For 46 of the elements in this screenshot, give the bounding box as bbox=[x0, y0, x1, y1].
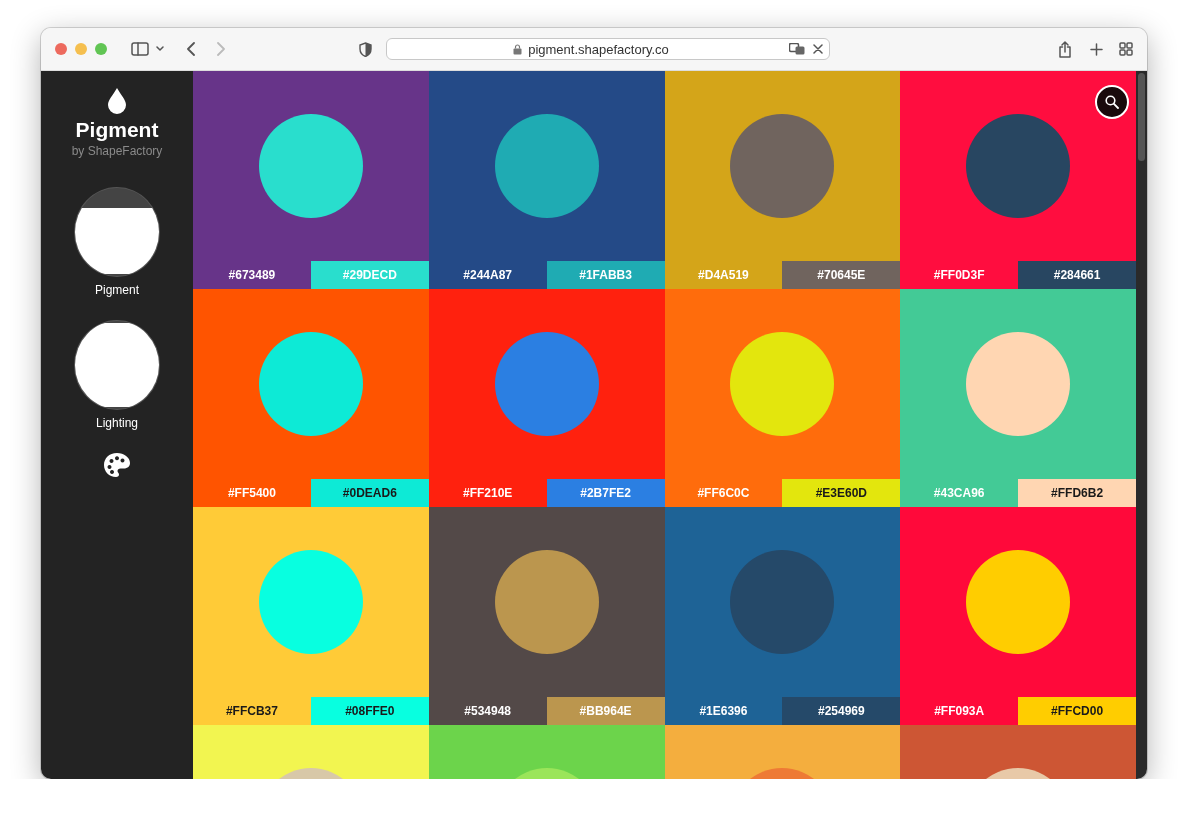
logo-subtitle: by ShapeFactory bbox=[71, 144, 163, 158]
hex-label: #673489 bbox=[193, 261, 311, 289]
translate-icon[interactable] bbox=[789, 43, 805, 55]
palette-icon[interactable] bbox=[103, 452, 131, 478]
hex-label: #29DECD bbox=[310, 261, 429, 289]
chevron-down-icon[interactable] bbox=[156, 46, 164, 52]
plus-icon[interactable] bbox=[1090, 42, 1103, 56]
drop-icon bbox=[108, 88, 126, 114]
hex-label: #244A87 bbox=[428, 261, 547, 289]
hex-label: #FF0D3F bbox=[900, 261, 1019, 289]
hex-label: #FFCB37 bbox=[193, 697, 311, 725]
back-button[interactable] bbox=[186, 42, 196, 56]
hex-label: #2B7FE2 bbox=[546, 479, 665, 507]
hex-label: #284661 bbox=[1018, 261, 1136, 289]
logo-title: Pigment bbox=[75, 118, 159, 142]
shield-icon[interactable] bbox=[359, 41, 372, 57]
dial-label: Pigment bbox=[95, 283, 139, 297]
hex-label: #254969 bbox=[782, 697, 901, 725]
hex-label: #1FABB3 bbox=[546, 261, 665, 289]
hex-label: #FF6C0C bbox=[664, 479, 783, 507]
close-window-button[interactable] bbox=[55, 43, 67, 55]
hex-label: #1E6396 bbox=[664, 697, 783, 725]
hex-label: #70645E bbox=[782, 261, 901, 289]
hex-label: #FF210E bbox=[428, 479, 547, 507]
dial-label: Lighting bbox=[95, 416, 138, 430]
hex-label: #FFCD00 bbox=[1018, 697, 1136, 725]
hex-label: #534948 bbox=[428, 697, 547, 725]
hex-label: #FFD6B2 bbox=[1018, 479, 1136, 507]
hex-label: #FF093A bbox=[900, 697, 1019, 725]
hex-label: #D4A519 bbox=[664, 261, 783, 289]
share-icon[interactable] bbox=[1058, 40, 1072, 58]
search-icon bbox=[1105, 95, 1119, 109]
hex-label: #E3E60D bbox=[782, 479, 901, 507]
close-icon[interactable] bbox=[813, 44, 823, 54]
scrollbar-thumb[interactable] bbox=[1138, 73, 1145, 161]
hex-label: #0DEAD6 bbox=[310, 479, 429, 507]
address-field[interactable]: pigment.shapefactory.co bbox=[386, 38, 830, 60]
hex-label: #43CA96 bbox=[900, 479, 1019, 507]
scrollbar[interactable] bbox=[1136, 71, 1147, 779]
lock-icon bbox=[513, 43, 523, 55]
sidebar-toggle-icon[interactable] bbox=[131, 42, 149, 56]
tab-overview-icon[interactable] bbox=[1119, 42, 1133, 56]
hex-label: #FF5400 bbox=[193, 479, 311, 507]
hex-label: #BB964E bbox=[546, 697, 665, 725]
hex-label: #08FFE0 bbox=[310, 697, 429, 725]
url-text: pigment.shapefactory.co bbox=[528, 41, 669, 57]
